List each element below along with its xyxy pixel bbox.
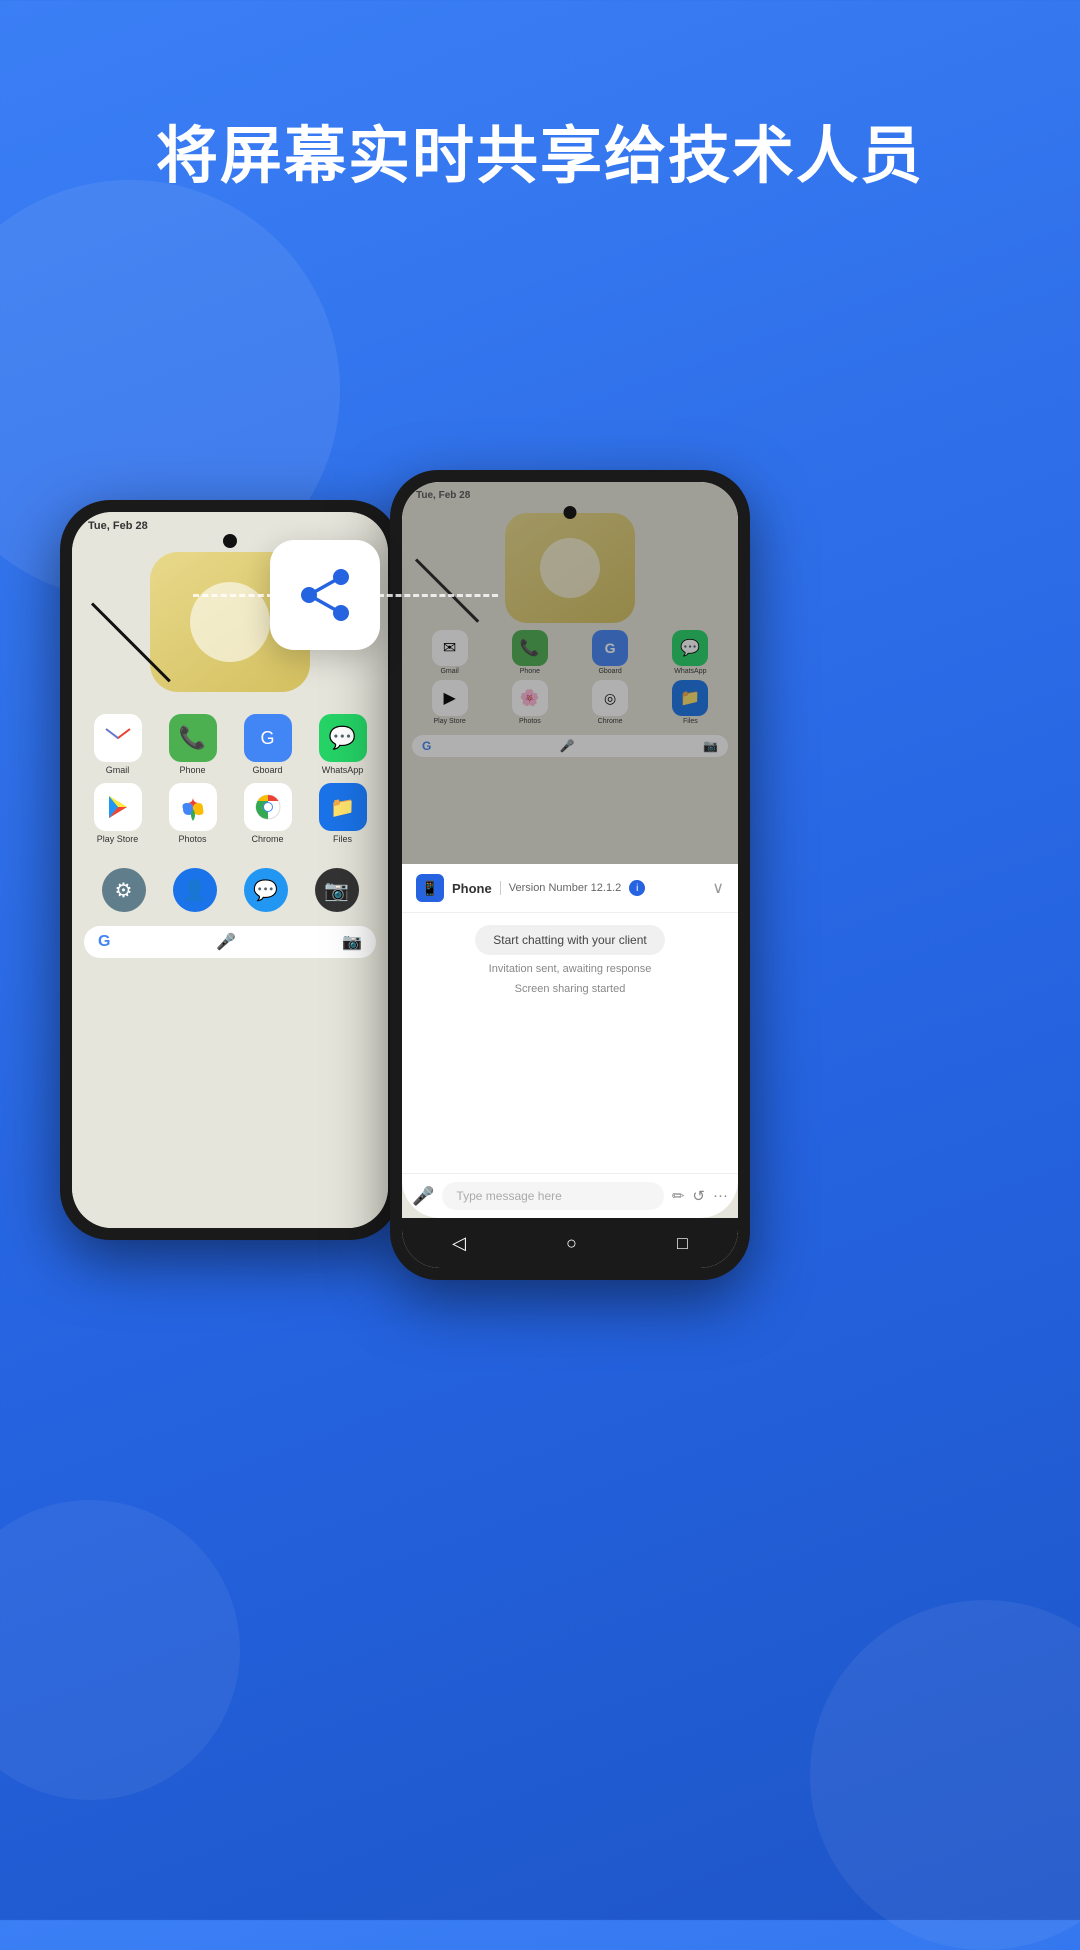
photos-icon [169,783,217,831]
app-photos[interactable]: Photos [159,783,226,844]
right-phone-inner: Tue, Feb 28 ✉ Gmail 📞 Phone [402,482,738,1268]
photos-label: Photos [178,834,206,844]
files-label: Files [333,834,352,844]
more-icon[interactable]: ··· [713,1187,728,1205]
gboard-icon: G [244,714,292,762]
left-search-bar[interactable]: G 🎤 📷 [84,926,376,958]
chat-app-icon: 📱 [416,874,444,902]
right-phone: Tue, Feb 28 ✉ Gmail 📞 Phone [390,470,750,1280]
chevron-down-icon[interactable]: ∨ [712,878,724,898]
chat-input-placeholder[interactable]: Type message here [442,1182,663,1210]
gboard-label: Gboard [252,765,282,775]
playstore-icon [94,783,142,831]
chat-actions: ✏ ↺ ··· [672,1187,728,1205]
nav-bar: ◁ ○ □ [402,1218,738,1268]
whatsapp-icon: 💬 [319,714,367,762]
back-button[interactable]: ◁ [452,1233,466,1254]
chrome-label: Chrome [251,834,283,844]
app-phone[interactable]: 📞 Phone [159,714,226,775]
app-chrome[interactable]: Chrome [234,783,301,844]
refresh-icon[interactable]: ↺ [692,1187,705,1205]
phone-label: Phone [179,765,205,775]
left-app-grid: Gmail 📞 Phone G Gboard 💬 WhatsApp [72,706,388,852]
app-gboard[interactable]: G Gboard [234,714,301,775]
left-phone-dock: ⚙ 👤 💬 📷 [72,860,388,920]
chat-version: Version Number 12.1.2 [509,882,622,894]
page-title: 将屏幕实时共享给技术人员 [0,120,1080,194]
share-icon-container [270,540,380,650]
chat-messages: Start chatting with your client Invitati… [402,913,738,1173]
chat-app-name: Phone [452,881,492,896]
bg-circle-2 [0,1500,240,1800]
chat-divider [500,881,501,895]
app-whatsapp[interactable]: 💬 WhatsApp [309,714,376,775]
recent-button[interactable]: □ [677,1233,688,1254]
settings-dock-icon[interactable]: ⚙ [102,868,146,912]
google-g: G [98,933,110,951]
chat-panel: 📱 Phone Version Number 12.1.2 i ∨ Start … [402,864,738,1218]
stylus-icon[interactable]: ✏ [672,1187,685,1205]
files-icon: 📁 [319,783,367,831]
right-phone-camera [564,506,577,519]
gmail-label: Gmail [106,765,130,775]
phone-icon: 📞 [169,714,217,762]
dotted-line-right [378,594,498,597]
right-phone-screen: Tue, Feb 28 ✉ Gmail 📞 Phone [402,482,738,1268]
whatsapp-label: WhatsApp [322,765,364,775]
mic-icon[interactable]: 🎤 [412,1186,434,1207]
app-playstore[interactable]: Play Store [84,783,151,844]
left-phone-camera [223,534,237,548]
info-icon[interactable]: i [629,880,645,896]
left-status-bar: Tue, Feb 28 [72,512,388,536]
chat-status-1: Invitation sent, awaiting response [489,963,652,975]
chat-bubble-1: Start chatting with your client [475,925,664,955]
playstore-label: Play Store [97,834,139,844]
chat-status-2: Screen sharing started [515,983,626,995]
bg-circle-3 [810,1600,1080,1950]
dotted-line-left [193,594,273,597]
gmail-icon [94,714,142,762]
app-gmail[interactable]: Gmail [84,714,151,775]
mic-icon: 🎤 [216,932,236,952]
contacts-dock-icon[interactable]: 👤 [173,868,217,912]
share-icon [295,565,355,625]
chrome-icon [244,783,292,831]
chat-header: 📱 Phone Version Number 12.1.2 i ∨ [402,864,738,913]
app-files[interactable]: 📁 Files [309,783,376,844]
chat-input-bar: 🎤 Type message here ✏ ↺ ··· [402,1173,738,1218]
camera-dock-icon[interactable]: 📷 [315,868,359,912]
messages-dock-icon[interactable]: 💬 [244,868,288,912]
home-button[interactable]: ○ [566,1233,577,1254]
camera-search-icon: 📷 [342,932,362,952]
